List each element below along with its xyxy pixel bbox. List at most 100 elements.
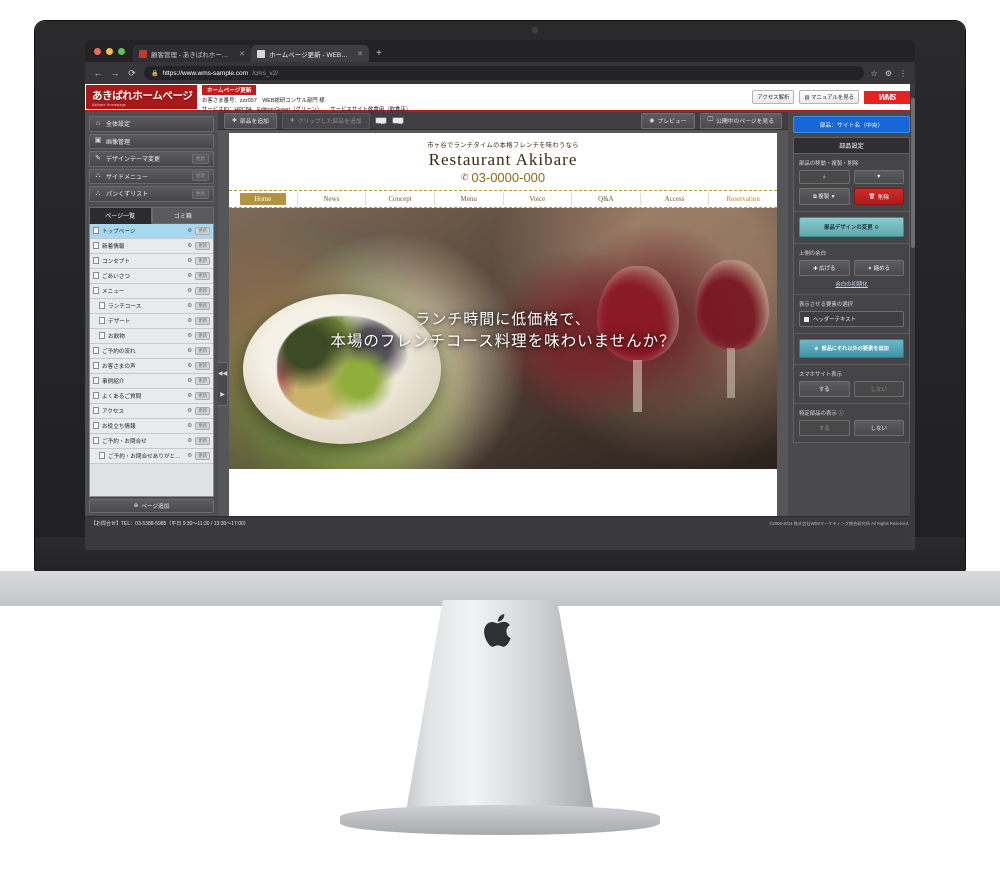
maximize-window-button[interactable] — [118, 48, 125, 55]
page-update-badge[interactable]: 更新 — [195, 346, 210, 355]
page-list-item[interactable]: メニュー ⚙ 更新 — [90, 283, 213, 299]
gear-icon[interactable]: ⚙ — [187, 288, 192, 294]
gear-icon[interactable]: ⚙ — [187, 273, 192, 279]
close-window-button[interactable] — [94, 48, 101, 55]
sidebar-update-badge[interactable]: 更新 — [191, 153, 209, 164]
checkbox-icon[interactable] — [804, 316, 809, 322]
sidebar-item-side-menu[interactable]: ⛬ サイドメニュー 更新 — [89, 168, 214, 184]
chevron-down-icon[interactable]: ▼ — [831, 194, 836, 200]
nav-item-news[interactable]: News — [298, 193, 366, 205]
site-hero-image[interactable]: ランチ時間に低価格で、 本場のフレンチコース料理を味わいませんか？ — [229, 208, 777, 469]
new-tab-button[interactable]: + — [369, 48, 389, 62]
gear-icon[interactable]: ⚙ — [187, 228, 192, 234]
add-page-button[interactable]: ⊕ ページ追加 — [89, 499, 214, 513]
sidebar-update-badge[interactable]: 更新 — [191, 171, 209, 182]
move-part-up-button[interactable]: ▲ — [799, 170, 850, 184]
add-part-button[interactable]: ✚ 部品を追加 — [224, 112, 277, 129]
nav-item-qa[interactable]: Q&A — [572, 193, 640, 205]
page-update-badge[interactable]: 更新 — [195, 301, 210, 310]
page-list-item[interactable]: ランチコース ⚙ 更新 — [90, 298, 213, 314]
gear-icon[interactable]: ⚙ — [187, 423, 192, 429]
sidebar-item-design-theme[interactable]: ✎ デザインテーマ変更 更新 — [89, 151, 214, 167]
collapse-left-icon[interactable]: ◀◀ — [218, 370, 227, 377]
page-list-item[interactable]: ごあいさつ ⚙ 更新 — [90, 268, 213, 284]
nav-item-voice[interactable]: Voice — [504, 193, 572, 205]
scrollbar-thumb[interactable] — [910, 98, 915, 248]
gear-icon[interactable]: ⚙ — [187, 318, 192, 324]
sidebar-update-badge[interactable]: 更新 — [191, 188, 209, 199]
info-icon[interactable]: ⓘ — [838, 411, 843, 417]
expand-right-icon[interactable]: ▶ — [220, 391, 225, 398]
gear-icon[interactable]: ⚙ — [187, 258, 192, 264]
duplicate-part-button[interactable]: ⧉ 複製 ▼ — [799, 188, 850, 205]
add-clipped-part-button[interactable]: ✚ クリップした部品を追加 — [281, 112, 370, 129]
page-update-badge[interactable]: 更新 — [195, 241, 210, 250]
smartphone-display-off-button[interactable]: しない — [853, 381, 904, 397]
page-list-item[interactable]: ご予約・お問合せ ⚙ 更新 — [90, 433, 213, 449]
undo-button[interactable]: ↩ — [374, 117, 387, 127]
forward-icon[interactable]: → — [110, 68, 120, 78]
bookmark-star-icon[interactable]: ☆ — [871, 69, 878, 78]
page-list-item[interactable]: よくあるご質問 ⚙ 更新 — [90, 388, 213, 404]
browser-tab-2[interactable]: ホームページ更新 - WEB総研社内⋯ ✕ — [251, 45, 369, 62]
nav-item-concept[interactable]: Concept — [366, 193, 434, 205]
page-update-badge[interactable]: 更新 — [195, 406, 210, 415]
close-tab-1-icon[interactable]: ✕ — [239, 50, 245, 58]
gear-icon[interactable]: ⚙ — [187, 438, 192, 444]
redo-button[interactable]: ↪ — [391, 117, 404, 127]
sidebar-collapse-handle[interactable]: ◀◀ ▶ — [218, 362, 228, 406]
page-update-badge[interactable]: 更新 — [195, 331, 210, 340]
sidebar-item-breadcrumb-list[interactable]: ⛬ パンくずリスト 更新 — [89, 186, 214, 202]
nav-item-access[interactable]: Access — [641, 193, 709, 205]
tab-trash[interactable]: ゴミ箱 — [151, 206, 214, 224]
page-list-item[interactable]: コンセプト ⚙ 更新 — [90, 253, 213, 269]
page-list-item[interactable]: お客さまの声 ⚙ 更新 — [90, 358, 213, 374]
page-update-badge[interactable]: 更新 — [195, 421, 210, 430]
page-list-item[interactable]: アクセス ⚙ 更新 — [90, 403, 213, 419]
akibare-logo[interactable]: あきばれホームページ Akibare Homepage — [85, 84, 198, 110]
page-update-badge[interactable]: 更新 — [195, 316, 210, 325]
nav-item-home[interactable]: Home — [239, 193, 286, 205]
nav-item-reservation[interactable]: Reservation — [709, 193, 777, 205]
gear-icon[interactable]: ⚙ — [187, 243, 192, 249]
margin-narrow-button[interactable]: ✦ 縮める — [853, 260, 904, 276]
browser-tab-1[interactable]: 顧客管理 - あきばれホームページ ✕ — [133, 45, 251, 62]
smartphone-display-on-button[interactable]: する — [799, 381, 850, 397]
move-part-down-button[interactable]: ▼ — [853, 170, 904, 184]
access-analytics-button[interactable]: アクセス解析 — [752, 90, 795, 104]
sidebar-item-gazou-kanri[interactable]: ▣ 画像管理 — [89, 133, 214, 149]
page-update-badge[interactable]: 更新 — [195, 376, 210, 385]
page-update-badge[interactable]: 更新 — [195, 286, 210, 295]
page-list-item[interactable]: お役立ち情報 ⚙ 更新 — [90, 418, 213, 434]
gear-icon[interactable]: ⚙ — [187, 408, 192, 414]
page-scrollbar[interactable] — [910, 84, 915, 550]
page-list-item[interactable]: 事例紹介 ⚙ 更新 — [90, 373, 213, 389]
page-update-badge[interactable]: 更新 — [195, 436, 210, 445]
page-list-item[interactable]: トップページ ⚙ 更新 — [90, 223, 213, 239]
special-display-on-button[interactable]: する — [799, 420, 850, 436]
manual-button[interactable]: ▤ マニュアルを見る — [799, 90, 859, 104]
page-update-badge[interactable]: 更新 — [195, 451, 210, 460]
gear-icon[interactable]: ⚙ — [187, 333, 192, 339]
page-list-item[interactable]: ご予約・お問合せありがとうご… ⚙ 更新 — [90, 448, 213, 464]
address-bar[interactable]: 🔒 https://www.wms-sample.com /cms_v2/ — [144, 66, 864, 80]
page-update-badge[interactable]: 更新 — [195, 361, 210, 370]
page-update-badge[interactable]: 更新 — [195, 271, 210, 280]
gear-icon[interactable]: ⚙ — [187, 303, 192, 309]
gear-icon[interactable]: ⚙ — [187, 453, 192, 459]
page-update-badge[interactable]: 更新 — [195, 226, 210, 235]
nav-item-menu[interactable]: Menu — [435, 193, 503, 205]
element-select-dropdown[interactable]: ヘッダーテキスト — [799, 311, 904, 327]
view-live-page-button[interactable]: 🖵 公開中のページを見る — [699, 112, 782, 129]
page-list-item[interactable]: ご予約の流れ ⚙ 更新 — [90, 343, 213, 359]
page-list-item[interactable]: デザート ⚙ 更新 — [90, 313, 213, 329]
window-controls[interactable] — [85, 48, 133, 62]
close-tab-2-icon[interactable]: ✕ — [357, 50, 363, 58]
preview-button[interactable]: ◉ プレビュー — [641, 112, 695, 129]
page-update-badge[interactable]: 更新 — [195, 256, 210, 265]
minimize-window-button[interactable] — [106, 48, 113, 55]
browser-menu-icon[interactable]: ⋮ — [899, 69, 907, 78]
page-update-badge[interactable]: 更新 — [195, 391, 210, 400]
page-list[interactable]: トップページ ⚙ 更新 新着情報 ⚙ 更新 コンセプト ⚙ 更新 ごあいさつ ⚙… — [89, 223, 214, 497]
gear-icon[interactable]: ⚙ — [187, 363, 192, 369]
